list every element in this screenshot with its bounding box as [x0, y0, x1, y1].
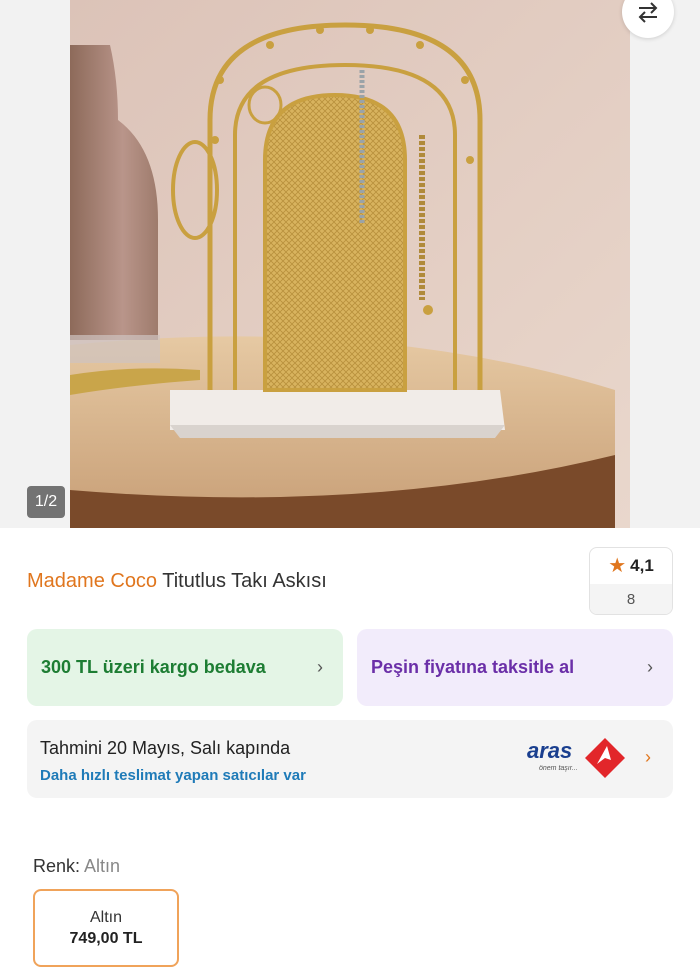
free-shipping-label: 300 TL üzeri kargo bedava	[41, 657, 266, 677]
swap-arrows-icon	[638, 2, 658, 23]
variant-price: 749,00 TL	[69, 929, 143, 947]
svg-text:önem taşır...: önem taşır...	[539, 765, 578, 772]
product-name: Titutlus Takı Askısı	[162, 570, 327, 592]
faster-sellers-link[interactable]: Daha hızlı teslimat yapan satıcılar var	[40, 767, 306, 784]
installment-label: Peşin fiyatına taksitle al	[371, 657, 575, 677]
selected-color: Altın	[84, 856, 121, 876]
star-icon: ★	[608, 555, 627, 577]
svg-text:aras: aras	[527, 738, 572, 763]
color-variant-option[interactable]: Altın 749,00 TL	[33, 889, 179, 967]
delivery-card[interactable]: Tahmini 20 Mayıs, Salı kapında Daha hızl…	[27, 720, 673, 798]
chevron-right-icon: ›	[645, 747, 651, 767]
product-gallery[interactable]: 1/2	[0, 0, 700, 528]
product-title: Madame Coco Titutlus Takı Askısı	[27, 570, 327, 593]
color-label: Renk: Altın	[33, 856, 121, 876]
installment-banner[interactable]: Peşin fiyatına taksitle al ›	[357, 629, 673, 706]
rating-box[interactable]: ★ 4,1 8	[589, 547, 673, 615]
rating-value: 4,1	[630, 556, 654, 575]
brand-link[interactable]: Madame Coco	[27, 570, 157, 592]
chevron-right-icon: ›	[647, 657, 653, 677]
review-count: 8	[590, 584, 672, 614]
product-image[interactable]	[70, 0, 630, 528]
aras-cargo-logo: aras önem taşır...	[527, 734, 631, 784]
delivery-estimate: Tahmini 20 Mayıs, Salı kapında	[40, 738, 291, 758]
free-shipping-banner[interactable]: 300 TL üzeri kargo bedava ›	[27, 629, 343, 706]
image-counter: 1/2	[27, 486, 65, 518]
variant-name: Altın	[89, 908, 122, 926]
chevron-right-icon: ›	[317, 657, 323, 677]
